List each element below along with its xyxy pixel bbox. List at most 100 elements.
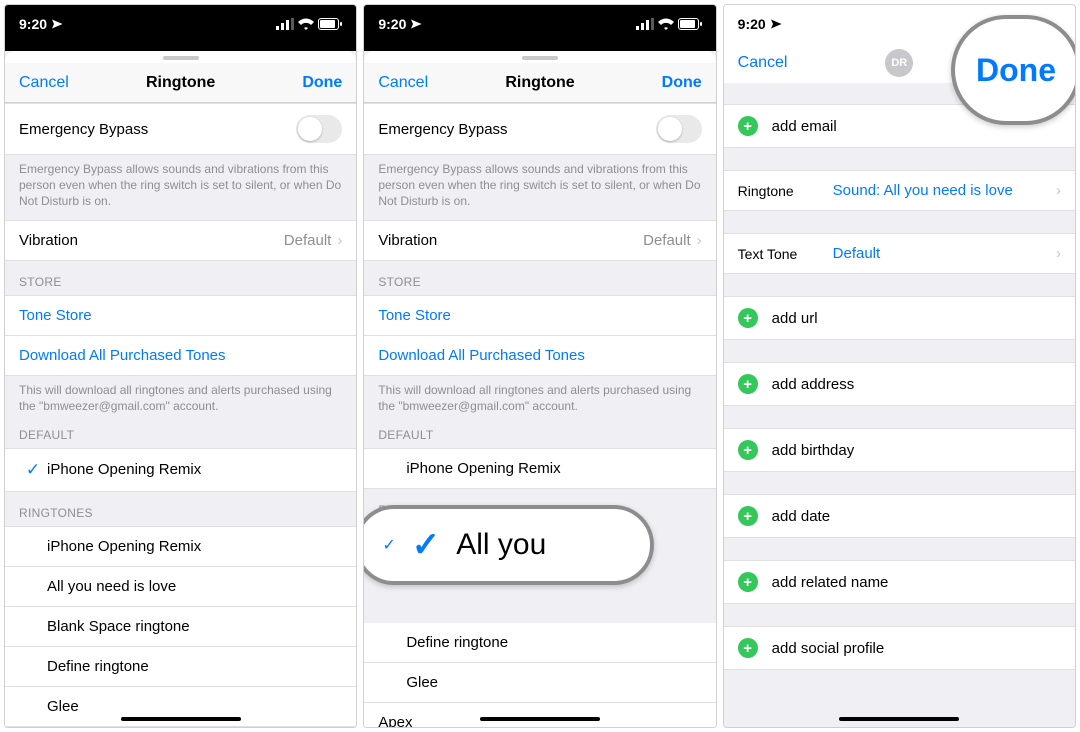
home-indicator[interactable]: [121, 717, 241, 721]
emergency-bypass-toggle[interactable]: [296, 115, 342, 143]
add-social-row[interactable]: +add social profile: [724, 626, 1075, 670]
ringtone-label: Define ringtone: [406, 634, 701, 651]
content-scroll[interactable]: Emergency Bypass Emergency Bypass allows…: [5, 103, 356, 727]
status-time: 9:20: [378, 16, 406, 32]
home-indicator[interactable]: [839, 717, 959, 721]
default-header: DEFAULT: [5, 424, 356, 448]
emergency-bypass-label: Emergency Bypass: [378, 121, 655, 138]
location-icon: [770, 18, 782, 30]
tone-store-row[interactable]: Tone Store: [5, 295, 356, 336]
download-tones-row[interactable]: Download All Purchased Tones: [364, 336, 715, 376]
emergency-bypass-toggle[interactable]: [656, 115, 702, 143]
tone-store-label: Tone Store: [19, 307, 92, 324]
sheet-backdrop: [5, 43, 356, 51]
add-address-label: add address: [772, 376, 855, 393]
chevron-right-icon: ›: [1056, 245, 1061, 262]
ringtone-row[interactable]: Blank Space ringtone: [5, 607, 356, 647]
ringtone-row[interactable]: Ringtone Sound: All you need is love ›: [724, 170, 1075, 211]
add-related-row[interactable]: + add related name: [724, 560, 1075, 604]
texttone-field-label: Text Tone: [738, 246, 833, 262]
add-address-row[interactable]: + add address: [724, 362, 1075, 406]
nav-title: Ringtone: [505, 74, 574, 92]
download-tones-label: Download All Purchased Tones: [378, 347, 585, 364]
signal-icon: [276, 18, 294, 30]
home-indicator[interactable]: [480, 717, 600, 721]
cancel-button[interactable]: Cancel: [378, 74, 438, 92]
emergency-bypass-row: Emergency Bypass: [364, 103, 715, 155]
sheet-backdrop: [364, 43, 715, 51]
wifi-icon: [658, 18, 674, 30]
add-birthday-label: add birthday: [772, 442, 855, 459]
add-related-label: add related name: [772, 574, 889, 591]
default-ringtone-label: iPhone Opening Remix: [47, 461, 342, 478]
vibration-value: Default: [643, 232, 691, 249]
location-icon: [51, 18, 63, 30]
sheet-handle[interactable]: [364, 51, 715, 63]
ringtone-row[interactable]: Define ringtone: [5, 647, 356, 687]
add-date-label: add date: [772, 508, 830, 525]
cancel-button[interactable]: Cancel: [738, 54, 798, 72]
checkmark-icon: ✓: [382, 535, 395, 555]
default-ringtone-row[interactable]: iPhone Opening Remix: [364, 448, 715, 489]
plus-icon: +: [738, 440, 758, 460]
screen-1: 9:20 Cancel Ringtone Done Emergency Bypa…: [4, 4, 357, 728]
cancel-button[interactable]: Cancel: [19, 74, 79, 92]
tone-store-row[interactable]: Tone Store: [364, 295, 715, 336]
plus-icon: +: [738, 116, 758, 136]
plus-icon: +: [738, 572, 758, 592]
ringtone-row[interactable]: All you need is love: [5, 567, 356, 607]
texttone-row[interactable]: Text Tone Default ›: [724, 233, 1075, 274]
sheet-handle[interactable]: [5, 51, 356, 63]
add-url-row[interactable]: +add url: [724, 296, 1075, 340]
done-callout-text: Done: [976, 52, 1056, 89]
ringtones-header: RINGTONES: [5, 492, 356, 526]
vibration-label: Vibration: [19, 232, 284, 249]
vibration-row[interactable]: Vibration Default ›: [5, 220, 356, 261]
ringtone-label: All you need is love: [47, 578, 342, 595]
ringtone-label: Glee: [47, 698, 342, 715]
wifi-icon: [298, 18, 314, 30]
chevron-right-icon: ›: [1056, 182, 1061, 199]
add-birthday-row[interactable]: + add birthday: [724, 428, 1075, 472]
emergency-bypass-row: Emergency Bypass: [5, 103, 356, 155]
store-footer: This will download all ringtones and ale…: [364, 376, 715, 424]
default-ringtone-row[interactable]: ✓ iPhone Opening Remix: [5, 448, 356, 492]
ringtone-row[interactable]: iPhone Opening Remix: [5, 526, 356, 567]
vibration-row[interactable]: Vibration Default ›: [364, 220, 715, 261]
contact-avatar[interactable]: DR: [885, 49, 913, 77]
ringtone-row[interactable]: Apex: [364, 703, 715, 727]
status-bar: 9:20: [364, 5, 715, 43]
content-scroll[interactable]: + add email Ringtone Sound: All you need…: [724, 83, 1075, 727]
ringtone-row[interactable]: Glee: [364, 663, 715, 703]
add-social-label: add social profile: [772, 640, 885, 657]
texttone-field-value: Default: [833, 245, 1050, 262]
done-button[interactable]: Done: [642, 74, 702, 92]
plus-icon: +: [738, 308, 758, 328]
default-header: DEFAULT: [364, 424, 715, 448]
ringtone-row[interactable]: Define ringtone: [364, 623, 715, 663]
default-ringtone-label: iPhone Opening Remix: [406, 460, 701, 477]
content-scroll[interactable]: Emergency Bypass Emergency Bypass allows…: [364, 103, 715, 727]
add-email-label: add email: [772, 118, 837, 135]
download-tones-row[interactable]: Download All Purchased Tones: [5, 336, 356, 376]
signal-icon: [636, 18, 654, 30]
ringtone-label: Blank Space ringtone: [47, 618, 342, 635]
nav-bar: Cancel Ringtone Done: [5, 63, 356, 103]
store-header: STORE: [364, 261, 715, 295]
plus-icon: +: [738, 374, 758, 394]
emergency-bypass-label: Emergency Bypass: [19, 121, 296, 138]
screen-3: 9:20 Cancel DR + add email Ringtone Soun…: [723, 4, 1076, 728]
chevron-right-icon: ›: [337, 232, 342, 249]
ringtone-label: Glee: [406, 674, 701, 691]
location-icon: [410, 18, 422, 30]
ringtone-field-value: Sound: All you need is love: [833, 182, 1050, 199]
store-header: STORE: [5, 261, 356, 295]
download-tones-label: Download All Purchased Tones: [19, 347, 226, 364]
battery-icon: [678, 18, 702, 30]
status-time: 9:20: [19, 16, 47, 32]
add-date-row[interactable]: +add date: [724, 494, 1075, 538]
checkmark-icon: ✓: [412, 525, 441, 565]
chevron-right-icon: ›: [697, 232, 702, 249]
done-button[interactable]: Done: [282, 74, 342, 92]
status-time: 9:20: [738, 16, 766, 32]
